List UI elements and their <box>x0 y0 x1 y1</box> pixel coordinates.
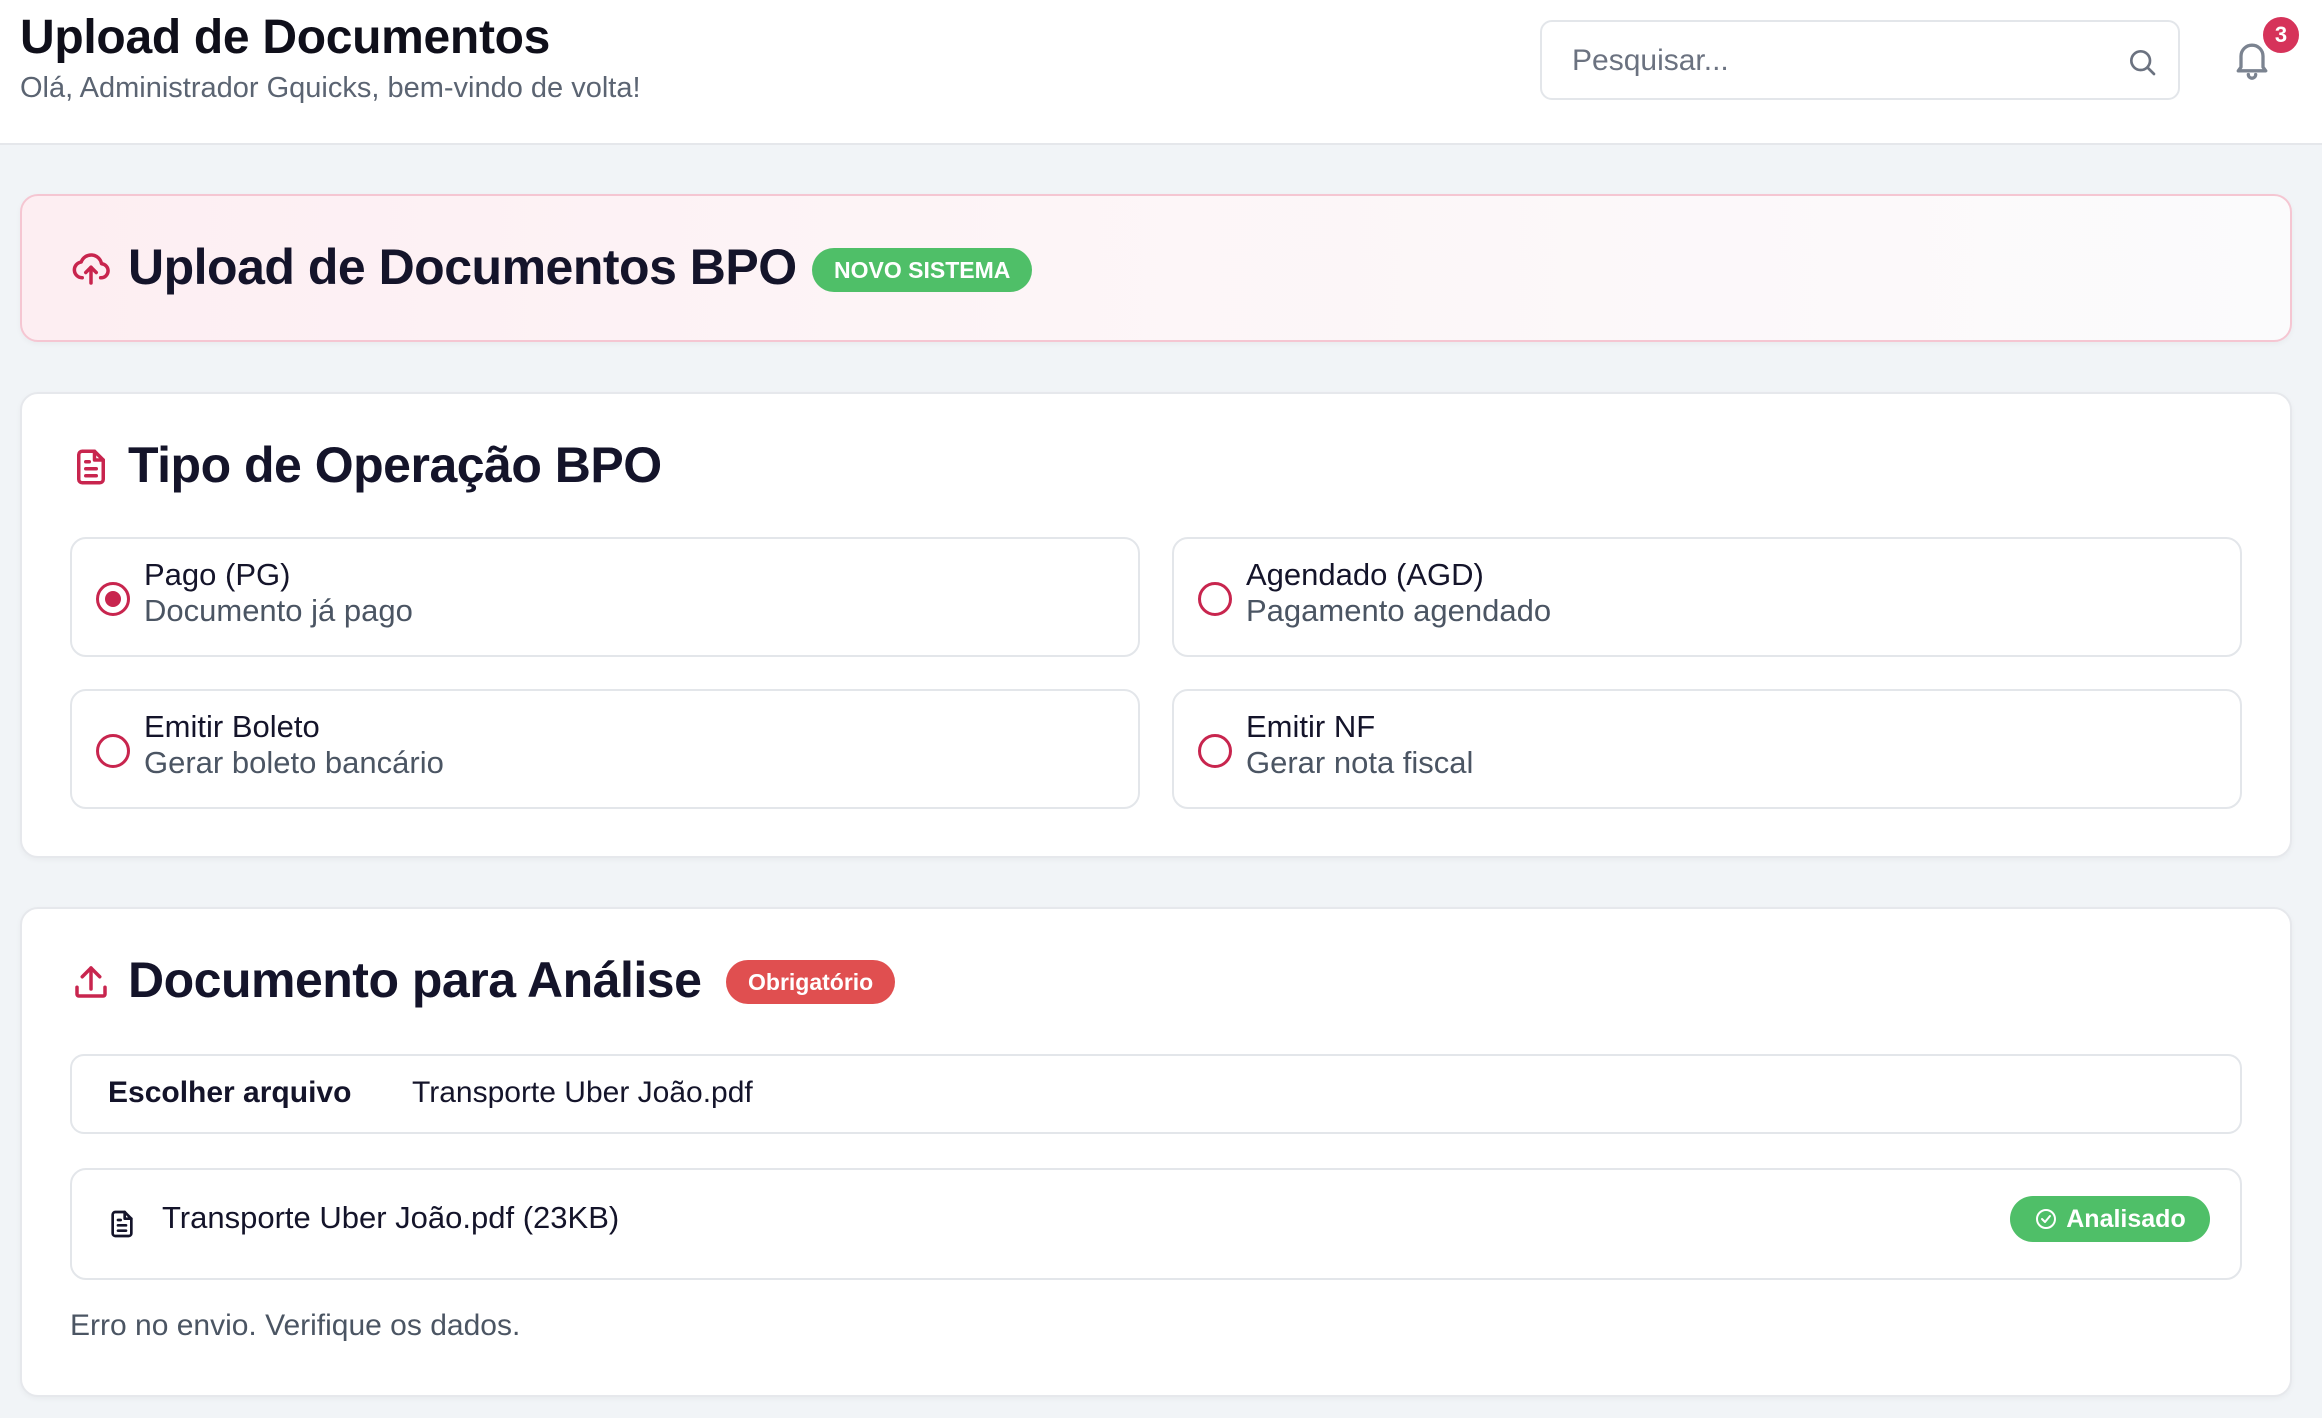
radio-emitir-boleto[interactable] <box>96 734 130 768</box>
file-icon <box>111 1210 133 1238</box>
selected-file-name: Transporte Uber João.pdf <box>412 1076 753 1109</box>
radio-emitir-nf[interactable] <box>1198 734 1232 768</box>
operation-type-card: Tipo de Operação BPO Pago (PG) Documento… <box>20 392 2292 858</box>
option-description: Documento já pago <box>144 593 413 628</box>
new-system-badge: NOVO SISTEMA <box>812 248 1033 292</box>
document-analysis-card: Documento para Análise Obrigatório Escol… <box>20 907 2292 1397</box>
hero-title: Upload de Documentos BPO <box>128 239 797 295</box>
status-badge: Analisado <box>2010 1196 2210 1242</box>
option-description: Gerar nota fiscal <box>1246 745 1474 780</box>
status-label: Analisado <box>2066 1204 2186 1233</box>
option-title: Agendado (AGD) <box>1246 557 1484 592</box>
error-message: Erro no envio. Verifique os dados. <box>70 1309 521 1342</box>
option-pago[interactable]: Pago (PG) Documento já pago <box>70 537 1140 657</box>
check-circle-icon <box>2036 1209 2057 1229</box>
upload-icon <box>75 966 107 998</box>
option-title: Emitir Boleto <box>144 709 320 744</box>
page-title: Upload de Documentos <box>20 11 551 64</box>
option-description: Pagamento agendado <box>1246 593 1552 628</box>
section-title-operation: Tipo de Operação BPO <box>128 437 662 493</box>
hero-banner: Upload de Documentos BPO NOVO SISTEMA <box>20 194 2292 342</box>
welcome-message: Olá, Administrador Gquicks, bem-vindo de… <box>20 72 641 104</box>
radio-pago[interactable] <box>96 582 130 616</box>
cloud-upload-icon <box>72 253 110 285</box>
file-input[interactable]: Escolher arquivo Transporte Uber João.pd… <box>70 1054 2242 1134</box>
required-badge: Obrigatório <box>726 960 896 1004</box>
choose-file-button[interactable]: Escolher arquivo <box>108 1076 351 1110</box>
option-emitir-nf[interactable]: Emitir NF Gerar nota fiscal <box>1172 689 2242 809</box>
search-icon[interactable] <box>2126 46 2158 78</box>
option-title: Emitir NF <box>1246 709 1376 744</box>
option-description: Gerar boleto bancário <box>144 745 444 780</box>
uploaded-file-item: Transporte Uber João.pdf (23KB) Analisad… <box>70 1168 2242 1280</box>
uploaded-file-label: Transporte Uber João.pdf (23KB) <box>162 1200 620 1235</box>
option-agendado[interactable]: Agendado (AGD) Pagamento agendado <box>1172 537 2242 657</box>
radio-agendado[interactable] <box>1198 582 1232 616</box>
section-title-document: Documento para Análise <box>128 952 702 1008</box>
document-icon <box>77 449 105 485</box>
search-box[interactable] <box>1540 20 2180 100</box>
search-input[interactable] <box>1572 40 2112 82</box>
option-title: Pago (PG) <box>144 557 291 592</box>
top-bar: Upload de Documentos Olá, Administrador … <box>0 0 2322 145</box>
notification-badge: 3 <box>2260 14 2302 56</box>
option-emitir-boleto[interactable]: Emitir Boleto Gerar boleto bancário <box>70 689 1140 809</box>
